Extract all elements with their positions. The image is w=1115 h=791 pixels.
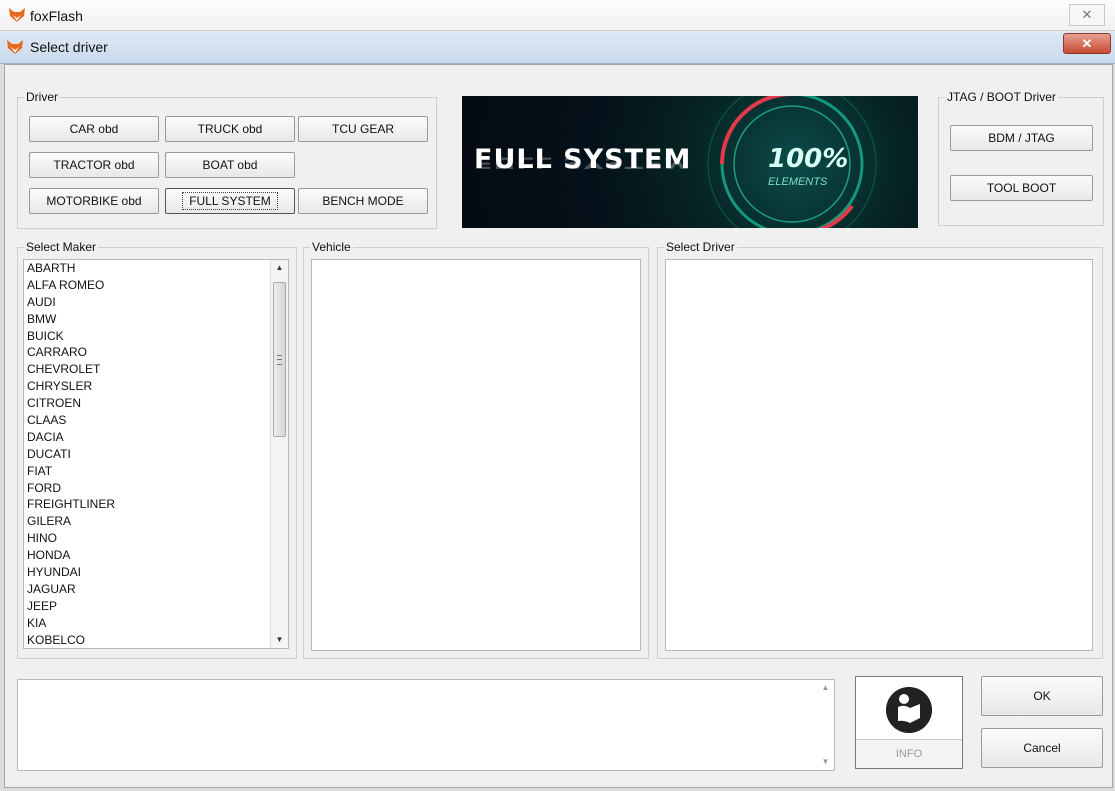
description-scrollbar[interactable]: ▲ ▼ [817,680,834,770]
close-icon: ✕ [1081,36,1093,51]
vehicle-listbox[interactable] [311,259,641,651]
maker-list: ABARTH ALFA ROMEO AUDI BMW BUICK CARRARO CHEVR… [24,260,288,648]
maker-scrollbar[interactable]: ▲ ▼ [270,260,288,648]
tractor-obd-button[interactable]: TRACTOR obd [29,152,159,178]
maker-list-item[interactable]: HYUNDAI [24,564,288,581]
app-titlebar: foxFlash ✕ [0,0,1115,31]
truck-obd-button[interactable]: TRUCK obd [165,116,295,142]
dialog-body: Driver CAR obd TRUCK obd TCU GEAR TRACTO… [4,64,1113,788]
driver-group-legend: Driver [26,90,58,104]
scroll-down-icon[interactable]: ▼ [271,632,288,648]
maker-list-item[interactable]: CITROEN [24,395,288,412]
info-button[interactable]: INFO [855,676,963,769]
maker-list-item[interactable]: FIAT [24,463,288,480]
maker-list-item[interactable]: JAGUAR [24,581,288,598]
banner-headline-reflection: FULL SYSTEM [474,153,692,172]
maker-list-item[interactable]: ABARTH [24,260,288,277]
full-system-button[interactable]: FULL SYSTEM [165,188,295,214]
maker-list-item[interactable]: CHRYSLER [24,378,288,395]
jtag-boot-legend: JTAG / BOOT Driver [947,90,1056,104]
cancel-button[interactable]: Cancel [981,728,1103,768]
maker-list-item[interactable]: BUICK [24,328,288,345]
maker-list-item[interactable]: CLAAS [24,412,288,429]
select-maker-legend: Select Maker [26,240,97,254]
reader-icon [886,687,932,733]
jtag-boot-group: JTAG / BOOT Driver [938,90,1104,226]
description-textarea[interactable]: ▲ ▼ [17,679,835,771]
scroll-down-icon[interactable]: ▼ [817,754,834,770]
bdm-jtag-button[interactable]: BDM / JTAG [950,125,1093,151]
vehicle-legend: Vehicle [312,240,351,254]
maker-list-item[interactable]: AUDI [24,294,288,311]
maker-list-item[interactable]: CARRARO [24,344,288,361]
maker-list-item[interactable]: ALFA ROMEO [24,277,288,294]
tool-boot-button[interactable]: TOOL BOOT [950,175,1093,201]
maker-list-item[interactable]: BMW [24,311,288,328]
maker-list-item[interactable]: KIA [24,615,288,632]
scroll-up-icon[interactable]: ▲ [817,680,834,696]
maker-list-item[interactable]: GILERA [24,513,288,530]
close-icon: ✕ [1081,7,1093,22]
banner-caption: ELEMENTS [768,176,828,188]
maker-list-item[interactable]: HINO [24,530,288,547]
boat-obd-button[interactable]: BOAT obd [165,152,295,178]
full-system-banner: FULL SYSTEM FULL SYSTEM 100% ELEMENTS [462,96,918,228]
maker-list-item[interactable]: DACIA [24,429,288,446]
car-obd-button[interactable]: CAR obd [29,116,159,142]
app-close-button[interactable]: ✕ [1069,4,1105,26]
maker-list-item[interactable]: DUCATI [24,446,288,463]
info-label: INFO [856,739,962,768]
fox-logo-icon [7,40,23,54]
maker-list-item[interactable]: FREIGHTLINER [24,496,288,513]
dialog-titlebar: Select driver ✕ [0,31,1115,64]
dialog-title: Select driver [30,39,108,55]
dialog-close-button[interactable]: ✕ [1063,33,1111,54]
banner-percent: 100% [768,144,849,174]
app-title: foxFlash [30,8,83,24]
select-driver-legend: Select Driver [666,240,735,254]
maker-list-item[interactable]: HONDA [24,547,288,564]
fox-logo-icon [9,8,25,22]
grip-icon [277,355,282,365]
scroll-thumb[interactable] [273,282,286,437]
maker-list-item[interactable]: FORD [24,480,288,497]
maker-list-item[interactable]: JEEP [24,598,288,615]
motorbike-obd-button[interactable]: MOTORBIKE obd [29,188,159,214]
maker-list-item[interactable]: CHEVROLET [24,361,288,378]
maker-list-item[interactable]: KOBELCO [24,632,288,648]
ok-button[interactable]: OK [981,676,1103,716]
tcu-gear-button[interactable]: TCU GEAR [298,116,428,142]
bench-mode-button[interactable]: BENCH MODE [298,188,428,214]
full-system-label: FULL SYSTEM [182,192,278,210]
driver-listbox[interactable] [665,259,1093,651]
maker-listbox[interactable]: ABARTH ALFA ROMEO AUDI BMW BUICK CARRARO CHEVR… [23,259,289,649]
scroll-up-icon[interactable]: ▲ [271,260,288,276]
